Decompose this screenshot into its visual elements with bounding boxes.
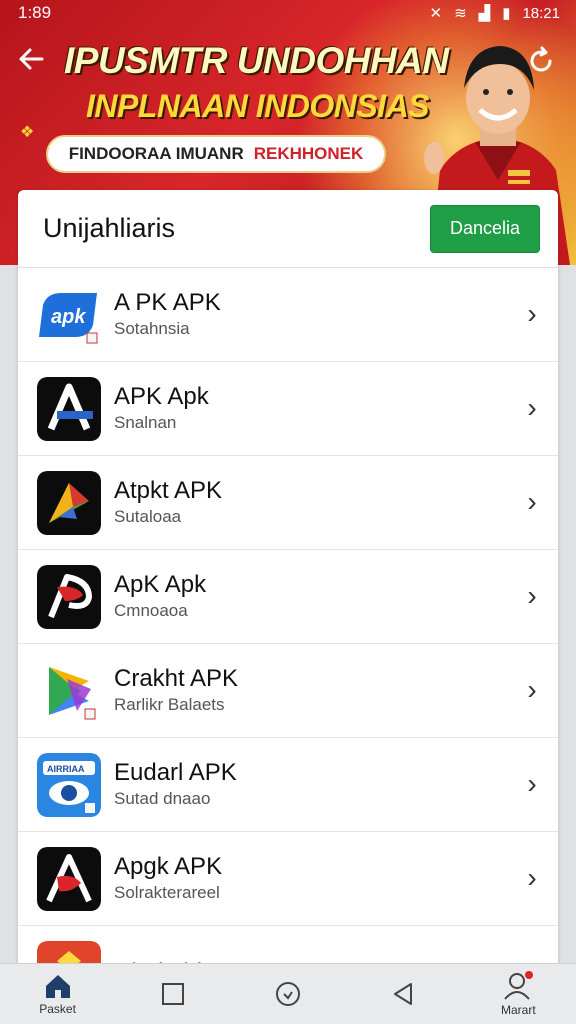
back-arrow-icon[interactable] [14,44,48,78]
alarm-icon: ✕ [429,5,443,22]
apk-black-a-icon [37,376,101,441]
chevron-right-icon: › [527,861,537,893]
signal-icon: ▟ [478,5,491,22]
nav-home[interactable]: Pasket [18,965,98,1023]
nav-back[interactable] [363,965,443,1023]
bottom-navigation: Pasket Marart [0,963,576,1024]
battery-icon: ▮ [502,5,511,22]
apk-red-arrow-icon [37,564,101,629]
chevron-right-icon: › [527,767,537,799]
list-item[interactable]: Atpkt APK Sutaloaa › [18,456,558,550]
svg-text:apk: apk [51,306,86,328]
status-time: 1:89 [18,3,52,22]
apk-colorful-triangle-icon [37,470,101,535]
apk-blue-icon: apk [37,282,101,347]
square-icon [161,983,184,1005]
account-icon [504,971,534,1000]
app-name: Crakht APK [114,664,239,692]
app-name: Eudarl APK [114,758,237,786]
play-store-icon [37,658,101,723]
svg-text:AIRRIAA: AIRRIAA [47,764,85,774]
banner-subline: INPLNAAN INDONSIAS [86,88,430,124]
list-item[interactable]: Apgk APK Solrakterareel › [18,832,558,926]
chevron-right-icon: › [527,297,537,329]
app-subtitle: Rarlikr Balaets [114,694,225,714]
refresh-icon[interactable] [524,46,558,80]
banner-pill-left: FINDOORAA IMUANR [68,144,244,163]
list-item[interactable]: APK Apk Snalnan › [18,362,558,456]
app-name: APK Apk [114,382,209,410]
app-name: Apgk APK [114,852,223,880]
circle-icon [275,982,300,1006]
app-name: ApK Apk [114,570,207,598]
banner-headline: IPUSMTR UNDOHHAN [64,40,449,81]
apk-black-red-a-icon [37,846,101,911]
app-name: A PK APK [114,288,221,316]
chevron-right-icon: › [527,485,537,517]
chevron-right-icon: › [527,391,537,423]
list-item[interactable]: Crakht APK Rarlikr Balaets › [18,644,558,738]
app-subtitle: Sutaloaa [114,506,182,526]
card-header: Unijahliaris Dancelia [18,190,558,268]
nav-account-label: Marart [501,1003,536,1017]
app-subtitle: Solrakterareel [114,882,220,902]
app-subtitle: Snalnan [114,412,177,432]
app-name: Atpkt APK [114,476,223,504]
wifi-icon: ≋ [454,5,467,22]
status-bar: 1:89 ✕ ≋ ▟ ▮ 18:21 [0,0,576,26]
card-title: Unijahliaris [43,213,176,243]
banner-pill-right: REKHHONEK [253,144,364,163]
list-item[interactable]: apk A PK APK Sotahnsia › [18,268,558,362]
apk-blue-eye-icon: AIRRIAA [37,752,101,817]
decoration-icon: ❖ [20,124,35,141]
nav-account[interactable]: Marart [478,965,558,1023]
home-icon [45,975,70,998]
status-time-right: 18:21 [522,4,560,22]
nav-recents[interactable] [133,965,213,1023]
app-subtitle: Sutad dnaao [114,788,211,808]
download-button[interactable]: Dancelia [430,204,540,253]
nav-home-circle[interactable] [248,965,328,1023]
list-item[interactable]: ApK Apk Cmnoaoa › [18,550,558,644]
chevron-right-icon: › [527,673,537,705]
nav-home-label: Pasket [39,1002,76,1016]
chevron-right-icon: › [527,579,537,611]
banner-pill: FINDOORAA IMUANR REKHHONEK [46,135,386,173]
app-subtitle: Cmnoaoa [114,600,188,620]
app-list-card: Unijahliaris Dancelia apk A PK APK Sotah… [18,190,558,980]
back-triangle-icon [394,983,413,1005]
app-subtitle: Sotahnsia [114,318,190,338]
list-item[interactable]: AIRRIAA Eudarl APK Sutad dnaao › [18,738,558,832]
